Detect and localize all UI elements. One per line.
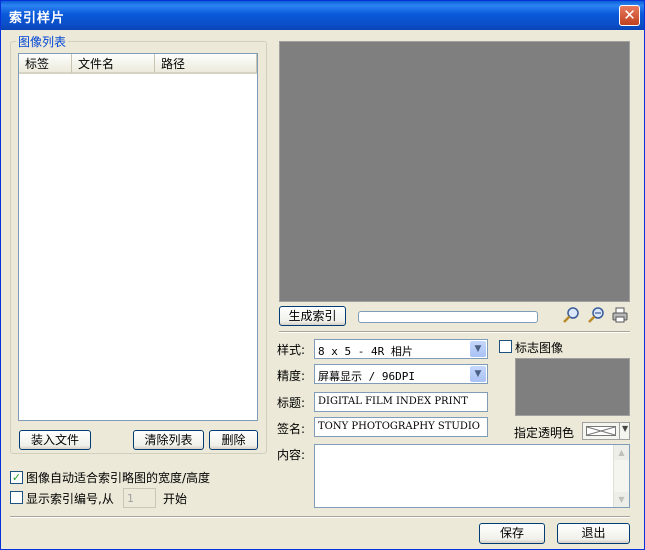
content-scrollbar[interactable]: ▲ ▼	[613, 445, 629, 507]
start-number-value: 1	[127, 492, 134, 505]
content-textarea[interactable]: ▲ ▼	[314, 444, 630, 508]
window-title: 索引样片	[9, 11, 66, 26]
generate-index-button[interactable]: 生成索引	[279, 306, 346, 326]
scroll-up-icon[interactable]: ▲	[614, 445, 629, 460]
clear-list-button[interactable]: 清除列表	[133, 430, 204, 450]
image-list-group-label: 图像列表	[16, 33, 69, 50]
column-header-filename[interactable]: 文件名	[72, 54, 155, 74]
column-header-tag[interactable]: 标签	[19, 54, 72, 74]
chevron-down-icon[interactable]: ▼	[470, 341, 486, 357]
divider	[279, 331, 630, 333]
content-label: 内容:	[277, 448, 306, 462]
title-input[interactable]: DIGITAL FILM INDEX PRINT	[314, 392, 488, 412]
progress-bar	[358, 311, 538, 323]
auto-fit-label: 图像自动适合索引略图的宽度/高度	[26, 471, 211, 485]
index-print-dialog: 索引样片 ✕ 图像列表 标签 文件名 路径 装入文件 清除列表 删除 ✓ 图像自…	[0, 0, 645, 550]
zoom-out-icon[interactable]	[587, 306, 605, 324]
close-icon: ✕	[623, 6, 636, 24]
transparent-color-label: 指定透明色	[514, 426, 575, 440]
signature-input[interactable]: TONY PHOTOGRAPHY STUDIO	[314, 417, 488, 437]
auto-fit-option: 图像自动适合索引略图的宽度/高度	[26, 469, 269, 487]
chevron-down-icon[interactable]: ▼	[470, 366, 486, 382]
transparent-color-picker[interactable]: ▼	[582, 422, 630, 440]
start-suffix-label: 开始	[163, 492, 188, 506]
delete-button[interactable]: 删除	[209, 430, 258, 450]
scroll-down-icon[interactable]: ▼	[614, 492, 629, 507]
no-color-icon	[586, 426, 616, 436]
signature-label: 签名:	[277, 422, 306, 436]
title-input-value: DIGITAL FILM INDEX PRINT	[318, 396, 468, 407]
signature-input-value: TONY PHOTOGRAPHY STUDIO	[318, 421, 480, 432]
show-index-checkbox[interactable]	[10, 491, 23, 504]
title-bar[interactable]: 索引样片 ✕	[1, 1, 644, 30]
start-number-input[interactable]: 1	[123, 488, 156, 508]
load-files-button[interactable]: 装入文件	[19, 430, 91, 450]
save-button[interactable]: 保存	[479, 523, 545, 544]
precision-label: 精度:	[277, 369, 306, 383]
precision-select[interactable]: 屏幕显示 / 96DPI ▼	[314, 364, 488, 384]
exit-button[interactable]: 退出	[557, 523, 630, 544]
precision-select-value: 屏幕显示 / 96DPI	[318, 370, 415, 383]
footer-divider	[10, 516, 630, 518]
index-preview	[279, 41, 630, 302]
image-list[interactable]: 标签 文件名 路径	[18, 53, 258, 421]
zoom-in-icon[interactable]	[562, 306, 580, 324]
title-label: 标题:	[277, 396, 306, 410]
logo-image-label: 标志图像	[515, 341, 564, 355]
style-select[interactable]: 8 x 5 - 4R 相片 ▼	[314, 339, 488, 359]
column-header-path[interactable]: 路径	[155, 54, 257, 74]
checkmark-icon: ✓	[11, 471, 22, 484]
picker-divider	[619, 423, 620, 439]
logo-image-checkbox[interactable]	[499, 340, 512, 353]
close-button[interactable]: ✕	[619, 5, 640, 26]
print-icon[interactable]	[611, 306, 629, 324]
style-label: 样式:	[277, 343, 306, 357]
auto-fit-checkbox[interactable]: ✓	[10, 471, 23, 484]
show-index-label: 显示索引编号,从	[26, 492, 114, 506]
chevron-down-icon[interactable]: ▼	[622, 424, 628, 433]
logo-preview	[515, 358, 630, 416]
style-select-value: 8 x 5 - 4R 相片	[318, 345, 413, 358]
